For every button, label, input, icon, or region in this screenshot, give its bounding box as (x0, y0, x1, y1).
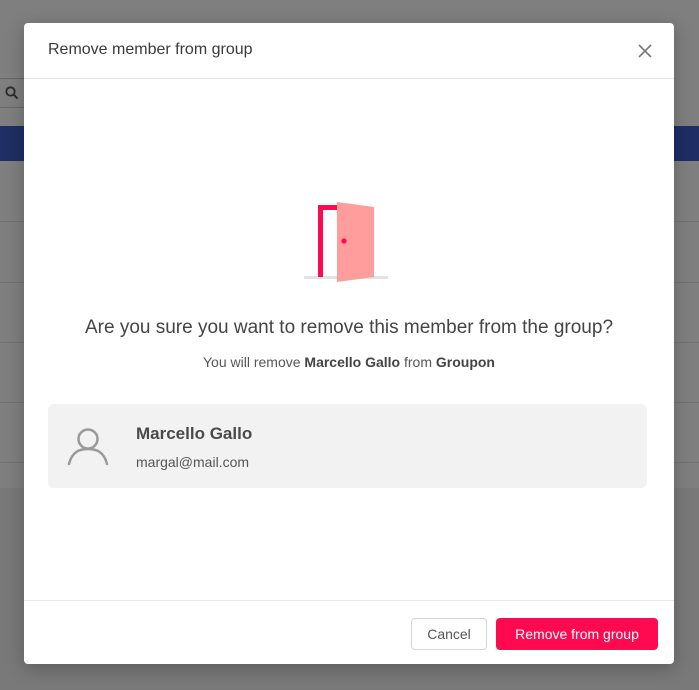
confirmation-question: Are you sure you want to remove this mem… (84, 317, 614, 338)
detail-member-name: Marcello Gallo (304, 354, 401, 370)
member-email: margal@mail.com (136, 454, 250, 470)
dialog-footer: Cancel Remove from group (24, 600, 674, 664)
remove-member-dialog: Remove member from group Are you sure yo… (24, 23, 674, 664)
close-icon (638, 44, 652, 58)
detail-mid: from (404, 354, 432, 370)
member-name: Marcello Gallo (136, 424, 253, 443)
dialog-header: Remove member from group (24, 23, 674, 79)
user-avatar-icon (67, 428, 109, 466)
confirmation-detail: You will remove Marcello Gallo from Grou… (24, 354, 674, 370)
close-button[interactable] (634, 40, 656, 62)
detail-group-name: Groupon (435, 354, 495, 370)
dialog-title: Remove member from group (48, 41, 253, 58)
door-exit-illustration (304, 202, 388, 282)
cancel-button[interactable]: Cancel (411, 618, 487, 650)
detail-prefix: You will remove (202, 354, 301, 370)
remove-from-group-button[interactable]: Remove from group (496, 618, 658, 650)
member-card: Marcello Gallo margal@mail.com (48, 404, 647, 488)
